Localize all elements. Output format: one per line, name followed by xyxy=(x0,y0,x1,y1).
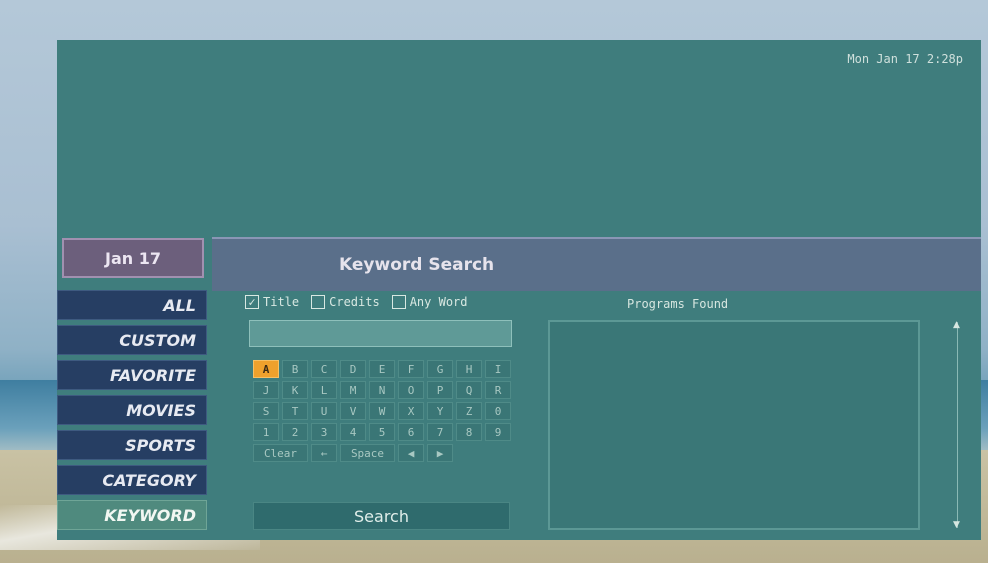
key-o[interactable]: O xyxy=(398,381,424,399)
keyword-input[interactable] xyxy=(249,320,512,347)
key-j[interactable]: J xyxy=(253,381,279,399)
keyboard-row: J K L M N O P Q R xyxy=(253,381,511,399)
key-f[interactable]: F xyxy=(398,360,424,378)
keyboard-row: S T U V W X Y Z 0 xyxy=(253,402,511,420)
key-x[interactable]: X xyxy=(398,402,424,420)
key-6[interactable]: 6 xyxy=(398,423,424,441)
key-3[interactable]: 3 xyxy=(311,423,337,441)
results-list[interactable]: ▲ ▼ xyxy=(548,320,960,530)
guide-panel: Mon Jan 17 2:28p Jan 17 Keyword Search A… xyxy=(57,40,981,540)
search-button[interactable]: Search xyxy=(253,502,510,530)
key-l[interactable]: L xyxy=(311,381,337,399)
key-1[interactable]: 1 xyxy=(253,423,279,441)
key-w[interactable]: W xyxy=(369,402,395,420)
key-4[interactable]: 4 xyxy=(340,423,366,441)
key-n[interactable]: N xyxy=(369,381,395,399)
key-c[interactable]: C xyxy=(311,360,337,378)
space-key[interactable]: Space xyxy=(340,444,395,462)
key-h[interactable]: H xyxy=(456,360,482,378)
key-7[interactable]: 7 xyxy=(427,423,453,441)
key-i[interactable]: I xyxy=(485,360,511,378)
sidebar-item-keyword[interactable]: KEYWORD xyxy=(57,500,207,530)
key-9[interactable]: 9 xyxy=(485,423,511,441)
key-d[interactable]: D xyxy=(340,360,366,378)
programs-found-label: Programs Found xyxy=(627,297,729,311)
arrow-left-icon[interactable]: ◀ xyxy=(398,444,424,462)
key-e[interactable]: E xyxy=(369,360,395,378)
key-5[interactable]: 5 xyxy=(369,423,395,441)
date-box: Jan 17 xyxy=(62,238,204,278)
sidebar-item-category[interactable]: CATEGORY xyxy=(57,465,207,495)
key-p[interactable]: P xyxy=(427,381,453,399)
sidebar-item-all[interactable]: ALL xyxy=(57,290,207,320)
key-t[interactable]: T xyxy=(282,402,308,420)
backspace-icon[interactable]: ← xyxy=(311,444,337,462)
page-title: Keyword Search xyxy=(339,255,495,275)
sidebar-item-custom[interactable]: CUSTOM xyxy=(57,325,207,355)
checkbox-empty-icon[interactable] xyxy=(391,295,406,309)
key-k[interactable]: K xyxy=(282,381,308,399)
key-z[interactable]: Z xyxy=(456,402,482,420)
key-s[interactable]: S xyxy=(253,402,279,420)
key-2[interactable]: 2 xyxy=(282,423,308,441)
any-word-option-label: Any Word xyxy=(409,295,468,309)
key-a[interactable]: A xyxy=(253,360,279,378)
title-option[interactable]: ✓ Title xyxy=(245,295,299,309)
arrow-right-icon[interactable]: ▶ xyxy=(427,444,453,462)
checkbox-checked-icon[interactable]: ✓ xyxy=(245,295,259,309)
scroll-up-icon[interactable]: ▲ xyxy=(953,320,960,330)
sidebar-item-favorite[interactable]: FAVORITE xyxy=(57,360,207,390)
clear-key[interactable]: Clear xyxy=(253,444,308,462)
sidebar: ALL CUSTOM FAVORITE MOVIES SPORTS CATEGO… xyxy=(57,290,207,535)
keyboard-row: A B C D E F G H I xyxy=(253,360,511,378)
keyboard-row: Clear ← Space ◀ ▶ xyxy=(253,444,511,462)
key-q[interactable]: Q xyxy=(456,381,482,399)
key-m[interactable]: M xyxy=(340,381,366,399)
title-option-label: Title xyxy=(263,295,300,309)
keyboard-row: 1 2 3 4 5 6 7 8 9 xyxy=(253,423,511,441)
key-8[interactable]: 8 xyxy=(456,423,482,441)
on-screen-keyboard: A B C D E F G H I J K L M N O P Q R S T … xyxy=(253,360,511,465)
header-band: Keyword Search xyxy=(212,237,981,291)
scroll-down-icon[interactable]: ▼ xyxy=(953,520,960,530)
key-y[interactable]: Y xyxy=(427,402,453,420)
results-scrollbar[interactable]: ▲ ▼ xyxy=(953,320,966,530)
key-b[interactable]: B xyxy=(282,360,308,378)
any-word-option[interactable]: Any Word xyxy=(391,295,468,309)
sidebar-item-movies[interactable]: MOVIES xyxy=(57,395,207,425)
key-v[interactable]: V xyxy=(340,402,366,420)
key-g[interactable]: G xyxy=(427,360,453,378)
search-options: ✓ Title Credits Any Word xyxy=(245,295,468,309)
sidebar-item-sports[interactable]: SPORTS xyxy=(57,430,207,460)
key-u[interactable]: U xyxy=(311,402,337,420)
credits-option[interactable]: Credits xyxy=(311,295,380,309)
key-r[interactable]: R xyxy=(485,381,511,399)
checkbox-empty-icon[interactable] xyxy=(311,295,326,309)
key-0[interactable]: 0 xyxy=(485,402,511,420)
credits-option-label: Credits xyxy=(329,295,380,309)
clock: Mon Jan 17 2:28p xyxy=(847,52,963,66)
